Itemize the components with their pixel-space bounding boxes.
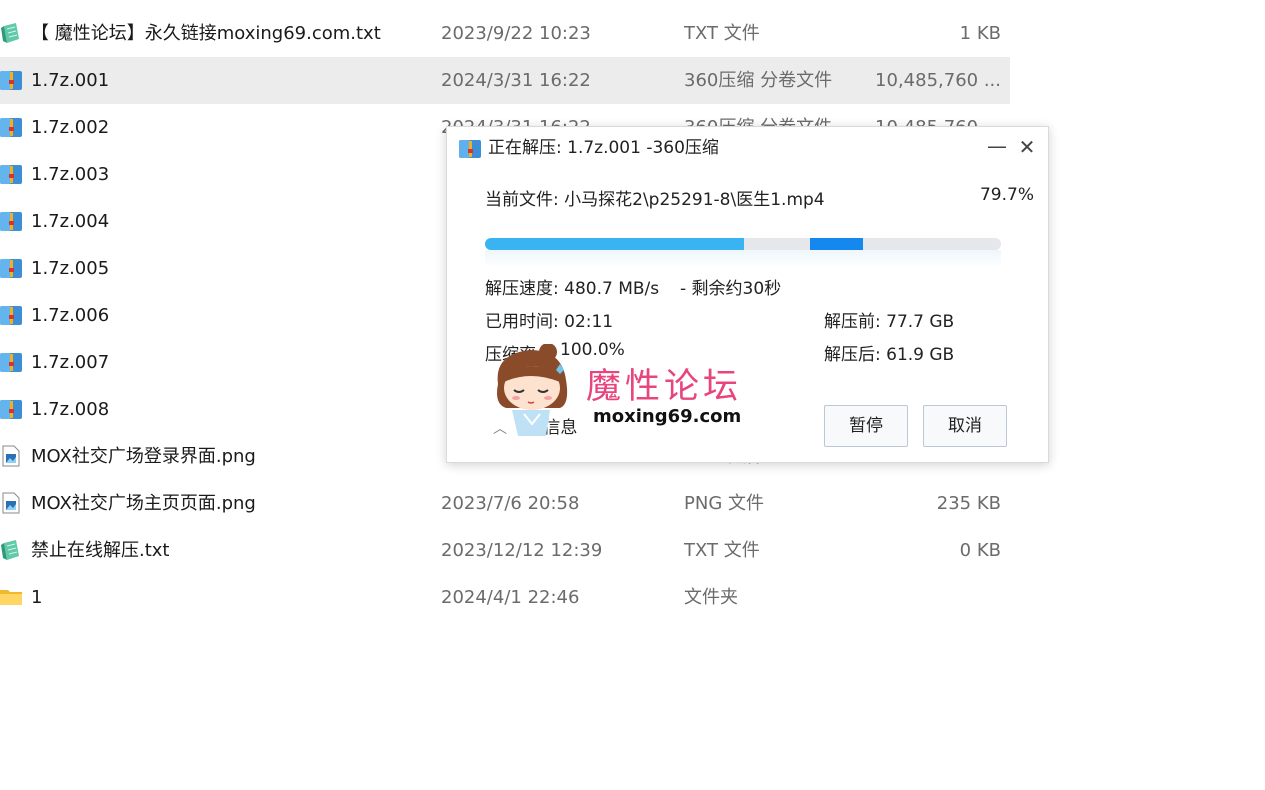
archive-icon bbox=[0, 116, 22, 138]
file-name: 1.7z.004 bbox=[31, 211, 110, 232]
progress-percent: 79.7% bbox=[979, 185, 1034, 205]
forum-watermark: 魔性论坛 moxing69.com bbox=[490, 344, 760, 444]
dialog-title: 正在解压: 1.7z.001 -360压缩 bbox=[488, 138, 719, 158]
progress-bar bbox=[485, 238, 1001, 250]
file-name: 禁止在线解压.txt bbox=[31, 540, 170, 561]
watermark-title: 魔性论坛 bbox=[586, 367, 743, 407]
file-size: 1 KB bbox=[959, 23, 1001, 44]
progress-fill-total bbox=[485, 238, 744, 250]
file-date: 2024/3/31 16:22 bbox=[441, 70, 591, 91]
cancel-button[interactable]: 取消 bbox=[923, 405, 1007, 447]
file-type: TXT 文件 bbox=[684, 23, 760, 44]
dialog-title-bar[interactable]: 正在解压: 1.7z.001 -360压缩 — ✕ bbox=[447, 127, 1048, 169]
size-before-text: 解压前: 77.7 GB bbox=[824, 312, 955, 332]
archive-icon bbox=[0, 304, 22, 326]
file-type: TXT 文件 bbox=[684, 540, 760, 561]
archive-icon bbox=[0, 351, 22, 373]
file-size: 235 KB bbox=[936, 493, 1001, 514]
file-date: 2023/7/6 20:58 bbox=[441, 493, 580, 514]
archive-icon bbox=[0, 210, 22, 232]
file-row[interactable]: MOX社交广场主页页面.png 2023/7/6 20:58 PNG 文件 235 K… bbox=[0, 480, 1010, 527]
file-type: PNG 文件 bbox=[684, 493, 764, 514]
file-type: 文件夹 bbox=[684, 587, 738, 608]
progress-fill-current bbox=[810, 238, 863, 250]
file-name: 1.7z.006 bbox=[31, 305, 110, 326]
file-size: 10,485,760 ... bbox=[875, 70, 1001, 91]
file-type: 360压缩 分卷文件 bbox=[684, 70, 833, 91]
file-date: 2023/9/22 10:23 bbox=[441, 23, 591, 44]
file-row[interactable]: 禁止在线解压.txt 2023/12/12 12:39 TXT 文件 0 KB bbox=[0, 527, 1010, 574]
close-button[interactable]: ✕ bbox=[1015, 133, 1039, 161]
minimize-button[interactable]: — bbox=[985, 133, 1009, 161]
file-date: 2024/4/1 22:46 bbox=[441, 587, 580, 608]
archive-icon bbox=[0, 398, 22, 420]
archive-icon bbox=[459, 140, 481, 158]
file-name: 1.7z.001 bbox=[31, 70, 110, 91]
file-name: 1.7z.003 bbox=[31, 164, 110, 185]
file-name: MOX社交广场主页页面.png bbox=[31, 493, 256, 514]
png-image-icon bbox=[0, 492, 22, 514]
current-file-label: 当前文件: 小马探花2\p25291-8\医生1.mp4 bbox=[485, 190, 825, 210]
watermark-url: moxing69.com bbox=[593, 406, 742, 427]
progress-reflection bbox=[485, 250, 1001, 268]
speed-text: 解压速度: 480.7 MB/s bbox=[485, 279, 660, 299]
file-name: MOX社交广场登录界面.png bbox=[31, 446, 256, 467]
elapsed-time-text: 已用时间: 02:11 bbox=[485, 312, 614, 332]
file-name: 1.7z.002 bbox=[31, 117, 110, 138]
pause-button[interactable]: 暂停 bbox=[824, 405, 908, 447]
file-name: 【 魔性论坛】永久链接moxing69.com.txt bbox=[31, 23, 381, 44]
file-row[interactable]: 【 魔性论坛】永久链接moxing69.com.txt 2023/9/22 10:… bbox=[0, 10, 1010, 57]
file-name: 1.7z.008 bbox=[31, 399, 110, 420]
file-date: 2023/12/12 12:39 bbox=[441, 540, 603, 561]
txt-notepad-icon bbox=[0, 539, 22, 561]
archive-icon bbox=[0, 163, 22, 185]
file-name: 1.7z.007 bbox=[31, 352, 110, 373]
file-name: 1 bbox=[31, 587, 43, 608]
file-row[interactable]: 1.7z.001 2024/3/31 16:22 360压缩 分卷文件 10,485,… bbox=[0, 57, 1010, 104]
remaining-time-text: - 剩余约30秒 bbox=[680, 279, 782, 299]
archive-icon bbox=[0, 257, 22, 279]
file-name: 1.7z.005 bbox=[31, 258, 110, 279]
size-after-text: 解压后: 61.9 GB bbox=[824, 345, 955, 365]
file-size: 0 KB bbox=[959, 540, 1001, 561]
txt-notepad-icon bbox=[0, 22, 22, 44]
folder-icon bbox=[0, 586, 22, 608]
png-image-icon bbox=[0, 445, 22, 467]
file-row[interactable]: 1 2024/4/1 22:46 文件夹 bbox=[0, 574, 1010, 621]
cartoon-girl-mascot-icon bbox=[497, 344, 568, 436]
archive-icon bbox=[0, 69, 22, 91]
